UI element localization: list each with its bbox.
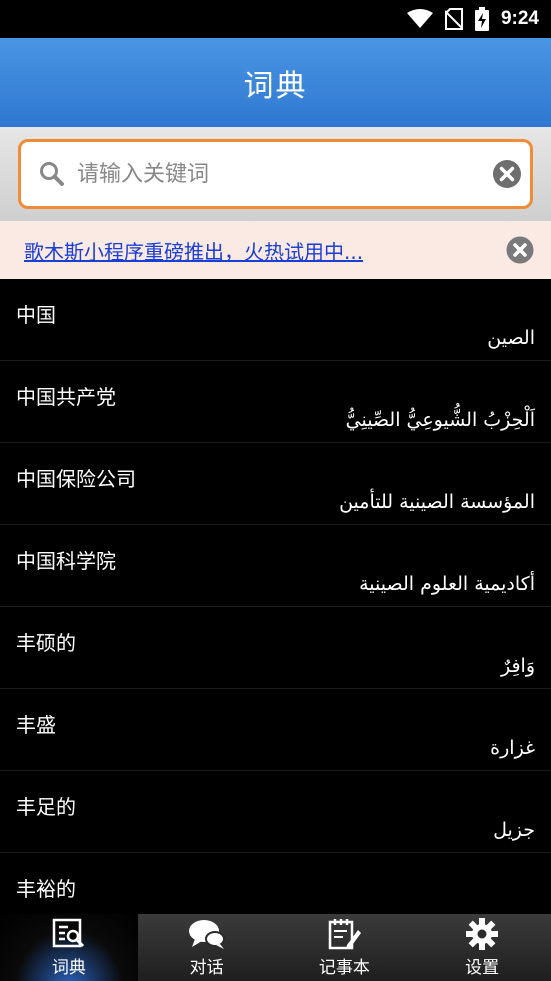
word-chinese: 丰足的 [16, 795, 76, 819]
page-title: 词典 [243, 68, 308, 104]
search-icon [39, 161, 65, 187]
list-item[interactable]: 中国共产党 اَلْحِزْبُ الشُّيوعِيُّ الصِّينِيُ… [0, 361, 551, 443]
tab-label: 词典 [51, 958, 86, 978]
tab-dictionary[interactable]: 词典 [0, 914, 138, 981]
close-icon [506, 236, 534, 264]
bottom-tab-bar: 词典 对话 记事本 设置 [0, 914, 551, 981]
tab-chat[interactable]: 对话 [138, 914, 276, 981]
list-item[interactable]: 中国保险公司 المؤسسة الصينية للتأمين [0, 443, 551, 525]
word-arabic: أكاديمية العلوم الصينية [359, 573, 535, 595]
list-item[interactable]: 中国 الصين [0, 279, 551, 361]
word-chinese: 中国科学院 [16, 549, 116, 573]
search-box[interactable] [18, 139, 533, 209]
promo-link[interactable]: 歌木斯小程序重磅推出，火热试用中... [24, 236, 363, 265]
clear-icon [493, 160, 521, 188]
promo-banner: 歌木斯小程序重磅推出，火热试用中... [0, 221, 551, 279]
tab-label: 记事本 [318, 958, 370, 978]
search-input[interactable] [77, 161, 467, 187]
list-item[interactable]: 丰硕的 وَافِرٌ [0, 607, 551, 689]
tab-label: 设置 [465, 958, 500, 978]
tab-settings[interactable]: 设置 [413, 914, 551, 981]
clear-search-button[interactable] [492, 159, 522, 189]
notepad-icon [327, 917, 362, 951]
list-item[interactable]: 丰盛 غزارة [0, 689, 551, 771]
search-area [0, 127, 551, 221]
list-item[interactable]: 中国科学院 أكاديمية العلوم الصينية [0, 525, 551, 607]
word-chinese: 中国保险公司 [16, 467, 136, 491]
word-chinese: 丰硕的 [16, 631, 76, 655]
word-chinese: 中国 [16, 303, 56, 327]
tab-notepad[interactable]: 记事本 [276, 914, 414, 981]
list-item[interactable]: 丰足的 جزيل [0, 771, 551, 853]
clock: 9:24 [500, 8, 539, 29]
no-sim-icon [444, 8, 463, 30]
word-chinese: 丰裕的 [16, 877, 76, 901]
word-arabic: وَافِرٌ [500, 655, 535, 677]
close-banner-button[interactable] [506, 236, 534, 264]
word-arabic: اَلْحِزْبُ الشُّيوعِيُّ الصِّينِيُّ [345, 409, 535, 431]
word-chinese: 丰盛 [16, 713, 56, 737]
word-arabic: جزيل [493, 819, 535, 841]
word-chinese: 中国共产党 [16, 385, 116, 409]
list-item[interactable]: 丰裕的 [0, 853, 551, 914]
status-bar: 9:24 [0, 0, 551, 38]
word-arabic: الصين [487, 327, 535, 349]
word-list: 中国 الصين 中国共产党 اَلْحِزْبُ الشُّيوعِيُّ ا… [0, 279, 551, 914]
app-header: 词典 [0, 38, 551, 127]
wifi-icon [406, 9, 433, 29]
battery-charging-icon [474, 7, 489, 31]
chat-bubbles-icon [187, 917, 227, 951]
dictionary-icon [52, 917, 86, 951]
word-arabic: المؤسسة الصينية للتأمين [339, 491, 535, 513]
gear-icon [465, 917, 499, 951]
word-arabic: غزارة [490, 737, 535, 759]
tab-label: 对话 [189, 958, 224, 978]
